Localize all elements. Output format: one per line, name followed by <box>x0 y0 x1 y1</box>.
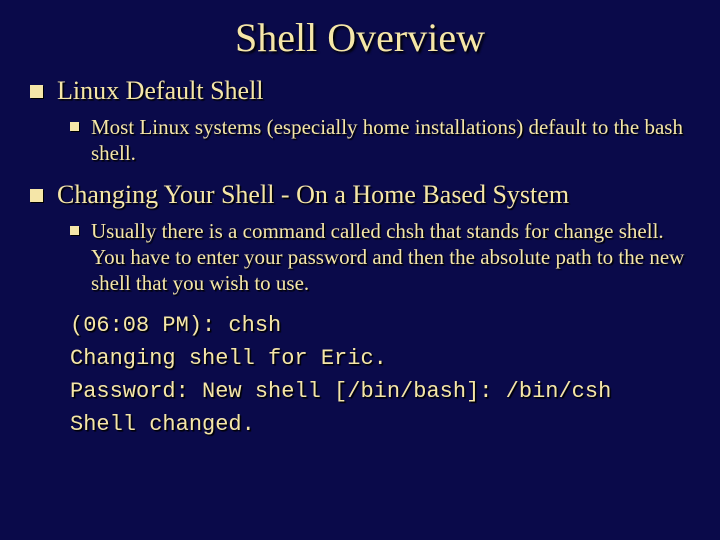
terminal-output: (06:08 PM): chsh Changing shell for Eric… <box>70 309 690 441</box>
bullet-level2: Most Linux systems (especially home inst… <box>70 114 690 167</box>
code-line: (06:08 PM): chsh <box>70 309 690 342</box>
square-bullet-icon <box>30 189 43 202</box>
square-bullet-icon <box>70 122 79 131</box>
code-line: Changing shell for Eric. <box>70 342 690 375</box>
slide: Shell Overview Linux Default Shell Most … <box>0 0 720 540</box>
code-line: Password: New shell [/bin/bash]: /bin/cs… <box>70 375 690 408</box>
section-heading: Linux Default Shell <box>57 75 264 106</box>
sub-bullet-group: Usually there is a command called chsh t… <box>70 218 690 297</box>
bullet-level1: Linux Default Shell <box>30 75 690 106</box>
square-bullet-icon <box>70 226 79 235</box>
sub-bullet-group: Most Linux systems (especially home inst… <box>70 114 690 167</box>
sub-bullet-text: Usually there is a command called chsh t… <box>91 218 690 297</box>
code-line: Shell changed. <box>70 408 690 441</box>
section-heading: Changing Your Shell - On a Home Based Sy… <box>57 179 569 210</box>
bullet-level1: Changing Your Shell - On a Home Based Sy… <box>30 179 690 210</box>
slide-title: Shell Overview <box>30 14 690 61</box>
square-bullet-icon <box>30 85 43 98</box>
bullet-level2: Usually there is a command called chsh t… <box>70 218 690 297</box>
sub-bullet-text: Most Linux systems (especially home inst… <box>91 114 690 167</box>
